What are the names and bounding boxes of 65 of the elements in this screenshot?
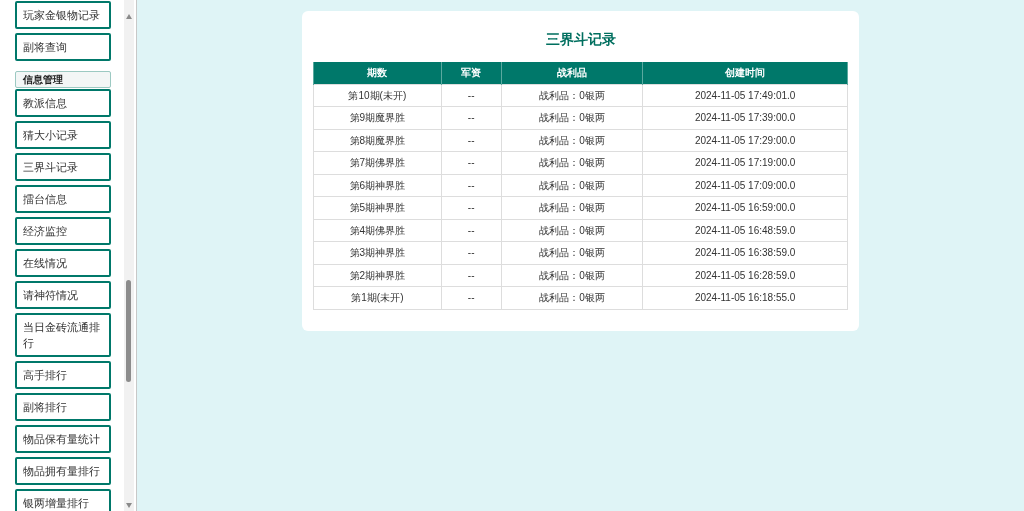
table-cell: 战利品：0银两 (501, 151, 643, 174)
scrollbar[interactable] (124, 0, 134, 511)
table-cell: 2024-11-05 17:19:00.0 (642, 151, 848, 174)
table-cell: 战利品：0银两 (501, 174, 643, 197)
table-cell: 第10期(未开) (313, 84, 442, 107)
sidebar-item[interactable]: 副将查询 (15, 33, 111, 61)
table-cell: 2024-11-05 16:48:59.0 (642, 219, 848, 242)
section-header: 信息管理 (15, 71, 111, 88)
sidebar-item[interactable]: 高手排行 (15, 361, 111, 389)
table-cell: 战利品：0银两 (501, 196, 643, 219)
table-cell: 2024-11-05 17:39:00.0 (642, 106, 848, 129)
table-cell: 战利品：0银两 (501, 241, 643, 264)
table-cell: -- (441, 241, 502, 264)
table-cell: 战利品：0银两 (501, 264, 643, 287)
sidebar-item[interactable]: 经济监控 (15, 217, 111, 245)
table-cell: 第3期神界胜 (313, 241, 442, 264)
sidebar-item[interactable]: 三界斗记录 (15, 153, 111, 181)
page-title: 三界斗记录 (544, 30, 617, 49)
table-cell: 第6期神界胜 (313, 174, 442, 197)
column-header: 军资 (441, 62, 502, 84)
sidebar-item[interactable]: 玩家金银物记录 (15, 1, 111, 29)
table-cell: -- (441, 129, 502, 152)
table-cell: -- (441, 264, 502, 287)
scroll-down-icon[interactable] (126, 503, 132, 508)
table-cell: 2024-11-05 17:29:00.0 (642, 129, 848, 152)
table-cell: -- (441, 106, 502, 129)
table-cell: 第9期魔界胜 (313, 106, 442, 129)
scroll-up-icon[interactable] (126, 14, 132, 19)
table-cell: 2024-11-05 16:38:59.0 (642, 241, 848, 264)
table-cell: 战利品：0银两 (501, 129, 643, 152)
table-cell: -- (441, 219, 502, 242)
column-header: 期数 (313, 62, 442, 84)
table-cell: 战利品：0银两 (501, 286, 643, 309)
sidebar-item[interactable]: 当日金砖流通排行 (15, 313, 111, 357)
sidebar-item[interactable]: 教派信息 (15, 89, 111, 117)
sidebar-item[interactable]: 银两增量排行 (15, 489, 111, 511)
column-header: 创建时间 (642, 62, 848, 84)
table-cell: 2024-11-05 17:09:00.0 (642, 174, 848, 197)
table-cell: 2024-11-05 17:49:01.0 (642, 84, 848, 107)
table-cell: 2024-11-05 16:28:59.0 (642, 264, 848, 287)
table-cell: 第4期佛界胜 (313, 219, 442, 242)
table-cell: 战利品：0银两 (501, 106, 643, 129)
table-cell: 2024-11-05 16:59:00.0 (642, 196, 848, 219)
sidebar-item[interactable]: 猜大小记录 (15, 121, 111, 149)
column-header: 战利品 (501, 62, 643, 84)
sidebar-item[interactable]: 物品拥有量排行 (15, 457, 111, 485)
table-cell: -- (441, 196, 502, 219)
table-cell: 2024-11-05 16:18:55.0 (642, 286, 848, 309)
table-cell: -- (441, 84, 502, 107)
table-cell: 第2期神界胜 (313, 264, 442, 287)
table-cell: 第1期(未开) (313, 286, 442, 309)
sidebar-item[interactable]: 在线情况 (15, 249, 111, 277)
sidebar-item[interactable]: 请神符情况 (15, 281, 111, 309)
sidebar-item[interactable]: 物品保有量统计 (15, 425, 111, 453)
sidebar-item[interactable]: 擂台信息 (15, 185, 111, 213)
table-cell: -- (441, 286, 502, 309)
table-cell: 战利品：0银两 (501, 84, 643, 107)
scroll-thumb[interactable] (126, 280, 131, 382)
table-cell: -- (441, 174, 502, 197)
table-cell: 第5期神界胜 (313, 196, 442, 219)
table-cell: 第8期魔界胜 (313, 129, 442, 152)
table-cell: 第7期佛界胜 (313, 151, 442, 174)
table-cell: 战利品：0银两 (501, 219, 643, 242)
table-cell: -- (441, 151, 502, 174)
sidebar-item[interactable]: 副将排行 (15, 393, 111, 421)
